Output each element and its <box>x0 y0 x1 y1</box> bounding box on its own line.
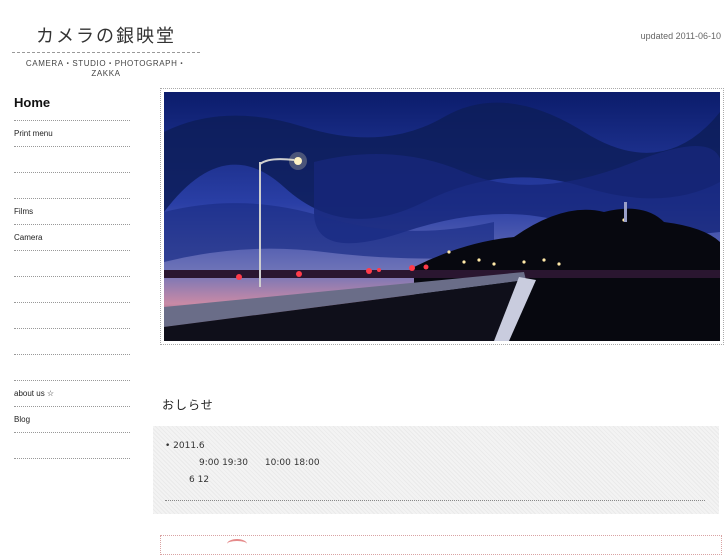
nav-item[interactable] <box>14 251 130 277</box>
sidebar-nav: Home Print menu Films Camera about us ☆ … <box>14 92 130 459</box>
nav-item-blog[interactable]: Blog <box>14 407 130 433</box>
closed-days: 6 12 <box>189 475 210 485</box>
nav-item[interactable] <box>14 355 130 381</box>
ornament-icon <box>227 539 247 549</box>
divider <box>165 500 705 501</box>
content-box <box>160 535 722 555</box>
nav-item-camera[interactable]: Camera <box>14 225 130 251</box>
nav-item[interactable] <box>14 147 130 173</box>
hours-holiday: 10:00 18:00 <box>264 458 320 468</box>
hero-photo <box>160 88 724 345</box>
nav-item[interactable] <box>14 329 130 355</box>
hours-weekday: 9:00 19:30 <box>199 458 249 468</box>
nav-item[interactable] <box>14 433 130 459</box>
nav-item-print-menu[interactable]: Print menu <box>14 121 130 147</box>
nav-home-link[interactable]: Home <box>14 92 130 121</box>
logo-subtitle: CAMERA・STUDIO・PHOTOGRAPH・ZAKKA <box>25 59 187 78</box>
site-logo[interactable]: カメラの銀映堂 CAMERA・STUDIO・PHOTOGRAPH・ZAKKA <box>12 22 200 78</box>
business-hours: 9:00 19:30 10:00 18:00 <box>199 458 334 468</box>
nav-item-films[interactable]: Films <box>14 199 130 225</box>
updated-date: updated 2011-06-10 <box>640 31 721 41</box>
nav-item[interactable] <box>14 173 130 199</box>
notice-box: • 2011.6 9:00 19:30 10:00 18:00 6 12 <box>153 426 719 514</box>
nav-item[interactable] <box>14 277 130 303</box>
logo-title: カメラの銀映堂 <box>12 22 200 53</box>
notice-date: • 2011.6 <box>165 441 205 451</box>
evening-bridge-photo <box>164 92 720 341</box>
nav-item[interactable] <box>14 303 130 329</box>
notice-heading: おしらせ <box>162 398 214 412</box>
nav-item-about-us[interactable]: about us ☆ <box>14 381 130 407</box>
